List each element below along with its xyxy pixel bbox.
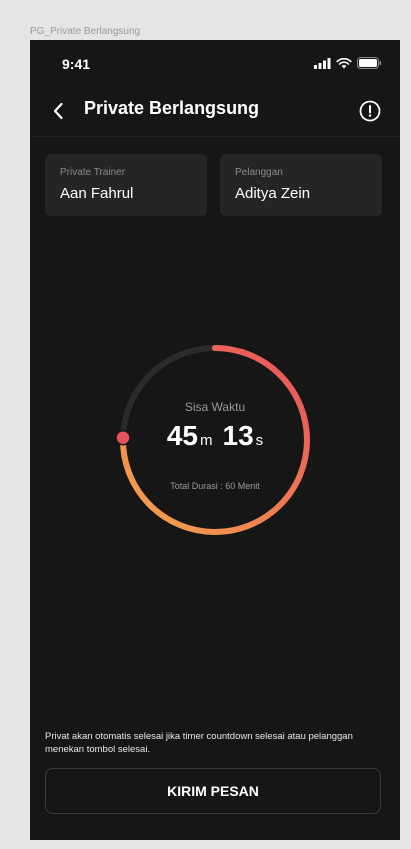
signal-icon bbox=[314, 57, 331, 69]
countdown-timer: Sisa Waktu 45 m 13 s Total Durasi : 60 M… bbox=[115, 340, 315, 540]
frame-label: PG_Private Berlangsung bbox=[30, 26, 141, 37]
wifi-icon bbox=[336, 57, 352, 68]
trainer-name: Aan Fahrul bbox=[60, 185, 134, 202]
remaining-time: 45 m 13 s bbox=[115, 420, 315, 452]
back-button[interactable] bbox=[44, 97, 72, 125]
trainer-label: Private Trainer bbox=[60, 167, 126, 178]
send-message-button[interactable]: KIRIM PESAN bbox=[45, 768, 381, 814]
info-button[interactable] bbox=[356, 97, 384, 125]
timer-center: Sisa Waktu 45 m 13 s Total Durasi : 60 M… bbox=[115, 340, 315, 540]
auto-finish-note: Privat akan otomatis selesai jika timer … bbox=[45, 731, 353, 755]
status-time: 9:41 bbox=[62, 56, 91, 72]
chevron-left-icon bbox=[53, 102, 63, 120]
seconds-value: 13 bbox=[222, 420, 254, 451]
customer-label: Pelanggan bbox=[235, 167, 283, 178]
status-icons bbox=[314, 57, 382, 69]
status-bar: 9:41 bbox=[30, 40, 400, 88]
minutes-unit: m bbox=[200, 432, 213, 449]
battery-icon bbox=[357, 57, 382, 69]
phone-screen: 9:41 Private Berlangsung Private Trainer… bbox=[30, 40, 400, 840]
app-header: Private Berlangsung bbox=[30, 88, 400, 137]
remaining-time-label: Sisa Waktu bbox=[184, 400, 246, 414]
customer-name: Aditya Zein bbox=[235, 185, 311, 202]
total-duration: Total Durasi : 60 Menit bbox=[170, 481, 260, 491]
seconds-unit: s bbox=[255, 432, 264, 449]
page-title: Private Berlangsung bbox=[84, 98, 260, 118]
customer-card: Pelanggan Aditya Zein bbox=[220, 154, 382, 216]
minutes-value: 45 bbox=[166, 420, 198, 451]
alert-circle-icon bbox=[359, 100, 381, 122]
trainer-card: Private Trainer Aan Fahrul bbox=[45, 154, 207, 216]
